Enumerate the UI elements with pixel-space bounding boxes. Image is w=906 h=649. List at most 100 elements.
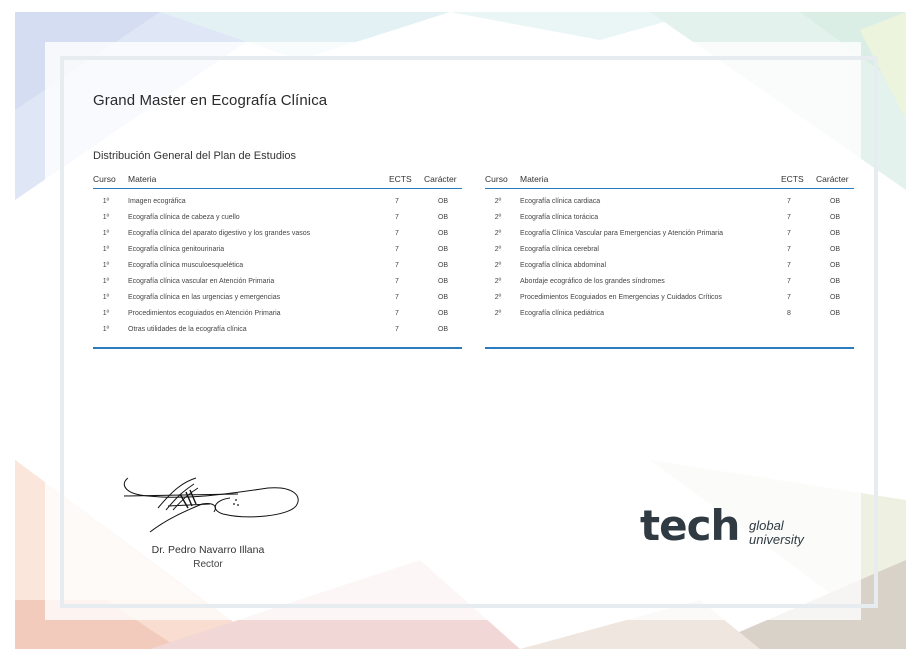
cell-ects: 7 — [787, 214, 791, 221]
plan-subtitle: Distribución General del Plan de Estudio… — [93, 150, 297, 162]
cell-caracter: OB — [437, 198, 449, 205]
cell-caracter: OB — [829, 262, 841, 269]
table-header: Curso Materia ECTS Carácter — [93, 172, 462, 189]
cell-ects: 7 — [395, 262, 399, 269]
cell-caracter: OB — [829, 230, 841, 237]
table-row: 1º Ecografía clínica de cabeza y cuello 7 O… — [93, 211, 462, 227]
table-body: 1º Imagen ecográfica 7 OB 1º Ecografía clíni… — [93, 189, 462, 347]
certificate-page: Grand Master en Ecografía Clínica Distri… — [0, 0, 906, 649]
cell-caracter: OB — [437, 278, 449, 285]
cell-materia: Ecografía clínica de cabeza y cuello — [128, 214, 240, 221]
cell-ects: 7 — [787, 278, 791, 285]
logo-wordmark: tech — [640, 501, 740, 550]
courses-table-year-2: Curso Materia ECTS Carácter 2º Ecografía … — [485, 172, 854, 349]
table-bottom-rule — [93, 347, 462, 349]
program-title: Grand Master en Ecografía Clínica — [93, 92, 328, 109]
logo-global: global — [749, 518, 784, 533]
cell-ects: 7 — [787, 230, 791, 237]
cell-caracter: OB — [829, 214, 841, 221]
table-row: 2º Abordaje ecográfico de los grandes sín… — [485, 275, 854, 291]
cell-caracter: OB — [437, 230, 449, 237]
cell-materia: Ecografía clínica del aparato digestivo … — [128, 230, 311, 237]
table-row: 1º Otras utilidades de la ecografía clíni… — [93, 323, 462, 339]
cell-ects: 8 — [787, 310, 791, 317]
cell-ects: 7 — [395, 230, 399, 237]
cell-ects: 7 — [787, 262, 791, 269]
cell-caracter: OB — [437, 246, 449, 253]
cell-ects: 7 — [787, 294, 791, 301]
cell-caracter: OB — [437, 326, 449, 333]
table-row: 1º Ecografía clínica musculoesquelética 7 O… — [93, 259, 462, 275]
table-body: 2º Ecografía clínica cardiaca 7 OB 2º Ecogra… — [485, 189, 854, 347]
cell-curso: 1º — [102, 310, 110, 317]
header-materia: Materia — [520, 174, 549, 184]
table-row: 2º Ecografía Clínica Vascular para Emerge… — [485, 227, 854, 243]
cell-materia: Ecografía clínica genitourinaria — [128, 246, 225, 253]
cell-curso: 2º — [494, 310, 502, 317]
cell-ects: 7 — [787, 246, 791, 253]
cell-curso: 1º — [102, 230, 110, 237]
cell-curso: 2º — [494, 214, 502, 221]
rector-role: Rector — [193, 559, 223, 570]
table-row: 1º Imagen ecográfica 7 OB — [93, 195, 462, 211]
cell-ects: 7 — [395, 198, 399, 205]
cell-curso: 2º — [494, 262, 502, 269]
cell-materia: Ecografía clínica cardiaca — [520, 198, 601, 205]
logo-university: university — [749, 532, 804, 547]
cell-caracter: OB — [437, 294, 449, 301]
tech-logo: tech global university — [640, 500, 820, 552]
header-ects: ECTS — [389, 174, 412, 184]
cell-materia: Ecografía Clínica Vascular para Emergenc… — [520, 230, 723, 237]
header-ects: ECTS — [781, 174, 804, 184]
header-caracter: Carácter — [816, 174, 849, 184]
table-row: 2º Procedimientos Ecoguiados en Emergenci… — [485, 291, 854, 307]
cell-curso: 2º — [494, 246, 502, 253]
cell-curso: 2º — [494, 278, 502, 285]
table-row: 2º Ecografía clínica abdominal 7 OB — [485, 259, 854, 275]
cell-materia: Imagen ecográfica — [128, 198, 186, 205]
cell-ects: 7 — [395, 214, 399, 221]
cell-caracter: OB — [829, 198, 841, 205]
cell-materia: Ecografía clínica musculoesquelética — [128, 262, 244, 269]
cell-curso: 2º — [494, 198, 502, 205]
cell-materia: Ecografía clínica en las urgencias y eme… — [128, 294, 281, 301]
cell-caracter: OB — [829, 278, 841, 285]
cell-curso: 1º — [102, 246, 110, 253]
cell-ects: 7 — [787, 198, 791, 205]
cell-curso: 1º — [102, 326, 110, 333]
cell-materia: Procedimientos Ecoguiados en Emergencias… — [520, 294, 722, 301]
header-materia: Materia — [128, 174, 157, 184]
cell-caracter: OB — [437, 310, 449, 317]
cell-materia: Ecografía clínica vascular en Atención P… — [128, 278, 275, 285]
rector-name: Dr. Pedro Navarro Illana — [151, 544, 265, 556]
cell-materia: Ecografía clínica torácica — [520, 214, 599, 221]
cell-ects: 7 — [395, 246, 399, 253]
cell-caracter: OB — [829, 310, 841, 317]
cell-caracter: OB — [437, 262, 449, 269]
courses-table-year-1: Curso Materia ECTS Carácter 1º Imagen eco… — [93, 172, 462, 349]
rector-signature — [123, 477, 299, 533]
table-row: 2º Ecografía clínica pediátrica 8 OB — [485, 307, 854, 323]
cell-ects: 7 — [395, 310, 399, 317]
cell-materia: Procedimientos ecoguiados en Atención Pr… — [128, 310, 281, 317]
table-row: 1º Ecografía clínica del aparato digestiv… — [93, 227, 462, 243]
table-row: 2º Ecografía clínica cardiaca 7 OB — [485, 195, 854, 211]
cell-curso: 2º — [494, 294, 502, 301]
table-header: Curso Materia ECTS Carácter — [485, 172, 854, 189]
table-row: 1º Procedimientos ecoguiados en Atención … — [93, 307, 462, 323]
table-row: 2º Ecografía clínica cerebral 7 OB — [485, 243, 854, 259]
cell-curso: 1º — [102, 294, 110, 301]
header-curso: Curso — [485, 174, 508, 184]
header-curso: Curso — [93, 174, 116, 184]
cell-curso: 1º — [102, 198, 110, 205]
cell-materia: Otras utilidades de la ecografía clínica — [128, 326, 247, 333]
cell-caracter: OB — [829, 246, 841, 253]
cell-materia: Ecografía clínica cerebral — [520, 246, 599, 253]
cell-ects: 7 — [395, 294, 399, 301]
header-caracter: Carácter — [424, 174, 457, 184]
cell-curso: 1º — [102, 278, 110, 285]
cell-materia: Ecografía clínica abdominal — [520, 262, 606, 269]
cell-ects: 7 — [395, 278, 399, 285]
cell-materia: Ecografía clínica pediátrica — [520, 310, 605, 317]
cell-curso: 1º — [102, 262, 110, 269]
